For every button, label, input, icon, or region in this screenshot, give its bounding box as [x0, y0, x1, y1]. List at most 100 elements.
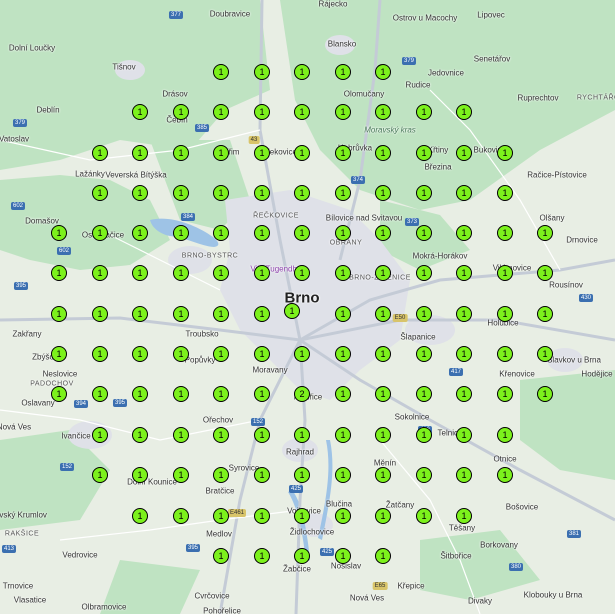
cluster-marker[interactable]: 1: [173, 427, 189, 443]
cluster-marker[interactable]: 1: [375, 306, 391, 322]
cluster-marker[interactable]: 1: [497, 467, 513, 483]
cluster-marker[interactable]: 1: [456, 427, 472, 443]
cluster-marker[interactable]: 1: [294, 265, 310, 281]
cluster-marker[interactable]: 1: [51, 225, 67, 241]
cluster-marker[interactable]: 1: [416, 508, 432, 524]
cluster-marker[interactable]: 1: [335, 225, 351, 241]
cluster-marker[interactable]: 1: [375, 467, 391, 483]
cluster-marker[interactable]: 1: [213, 508, 229, 524]
cluster-marker[interactable]: 1: [335, 104, 351, 120]
cluster-marker[interactable]: 1: [456, 104, 472, 120]
cluster-marker[interactable]: 1: [173, 386, 189, 402]
cluster-marker[interactable]: 1: [335, 467, 351, 483]
cluster-marker[interactable]: 1: [416, 265, 432, 281]
cluster-marker[interactable]: 1: [497, 346, 513, 362]
cluster-marker[interactable]: 1: [294, 508, 310, 524]
cluster-marker[interactable]: 1: [92, 427, 108, 443]
cluster-marker[interactable]: 1: [132, 467, 148, 483]
cluster-marker[interactable]: 1: [51, 306, 67, 322]
cluster-marker[interactable]: 1: [294, 467, 310, 483]
cluster-marker[interactable]: 1: [456, 265, 472, 281]
cluster-marker[interactable]: 1: [537, 265, 553, 281]
cluster-marker[interactable]: 1: [375, 427, 391, 443]
cluster-marker[interactable]: 1: [456, 508, 472, 524]
cluster-marker[interactable]: 1: [173, 306, 189, 322]
cluster-marker[interactable]: 1: [335, 508, 351, 524]
cluster-marker[interactable]: 2: [294, 386, 310, 402]
cluster-marker[interactable]: 1: [537, 306, 553, 322]
cluster-marker[interactable]: 1: [456, 306, 472, 322]
cluster-marker[interactable]: 1: [537, 225, 553, 241]
cluster-marker[interactable]: 1: [416, 306, 432, 322]
cluster-marker[interactable]: 1: [294, 427, 310, 443]
cluster-marker[interactable]: 1: [92, 386, 108, 402]
map-view[interactable]: Rájecko Ostrov u Macochy Lipovec Blansko Dou…: [0, 0, 615, 614]
cluster-marker[interactable]: 1: [213, 467, 229, 483]
cluster-marker[interactable]: 1: [254, 265, 270, 281]
cluster-marker[interactable]: 1: [497, 386, 513, 402]
cluster-marker[interactable]: 1: [456, 467, 472, 483]
cluster-marker[interactable]: 1: [375, 225, 391, 241]
cluster-marker[interactable]: 1: [456, 185, 472, 201]
cluster-marker[interactable]: 1: [132, 145, 148, 161]
cluster-marker[interactable]: 1: [173, 145, 189, 161]
cluster-marker[interactable]: 1: [132, 265, 148, 281]
cluster-marker[interactable]: 1: [294, 185, 310, 201]
cluster-marker[interactable]: 1: [375, 548, 391, 564]
cluster-marker[interactable]: 1: [335, 185, 351, 201]
cluster-marker[interactable]: 1: [294, 225, 310, 241]
cluster-marker[interactable]: 1: [173, 104, 189, 120]
cluster-marker[interactable]: 1: [456, 346, 472, 362]
cluster-marker[interactable]: 1: [213, 386, 229, 402]
cluster-marker[interactable]: 1: [416, 145, 432, 161]
cluster-marker[interactable]: 1: [335, 64, 351, 80]
cluster-marker[interactable]: 1: [294, 145, 310, 161]
cluster-marker[interactable]: 1: [51, 386, 67, 402]
cluster-marker[interactable]: 1: [92, 306, 108, 322]
cluster-marker[interactable]: 1: [416, 346, 432, 362]
cluster-marker[interactable]: 1: [132, 346, 148, 362]
cluster-marker[interactable]: 1: [416, 225, 432, 241]
cluster-marker[interactable]: 1: [294, 104, 310, 120]
cluster-marker[interactable]: 1: [254, 346, 270, 362]
cluster-marker[interactable]: 1: [213, 64, 229, 80]
cluster-marker[interactable]: 1: [335, 306, 351, 322]
cluster-marker[interactable]: 1: [213, 185, 229, 201]
cluster-marker[interactable]: 1: [92, 185, 108, 201]
cluster-marker[interactable]: 1: [416, 427, 432, 443]
cluster-marker[interactable]: 1: [416, 185, 432, 201]
cluster-marker[interactable]: 1: [173, 185, 189, 201]
cluster-marker[interactable]: 1: [335, 265, 351, 281]
cluster-marker[interactable]: 1: [375, 185, 391, 201]
cluster-marker[interactable]: 1: [213, 145, 229, 161]
cluster-marker[interactable]: 1: [497, 306, 513, 322]
cluster-marker[interactable]: 1: [335, 386, 351, 402]
cluster-marker[interactable]: 1: [213, 427, 229, 443]
cluster-marker[interactable]: 1: [497, 185, 513, 201]
cluster-marker[interactable]: 1: [335, 145, 351, 161]
cluster-marker[interactable]: 1: [335, 427, 351, 443]
cluster-marker[interactable]: 1: [132, 427, 148, 443]
cluster-marker[interactable]: 1: [132, 185, 148, 201]
cluster-marker[interactable]: 1: [173, 225, 189, 241]
cluster-marker[interactable]: 1: [416, 386, 432, 402]
cluster-marker[interactable]: 1: [294, 64, 310, 80]
cluster-marker[interactable]: 1: [173, 265, 189, 281]
cluster-marker[interactable]: 1: [92, 346, 108, 362]
cluster-marker[interactable]: 1: [416, 467, 432, 483]
cluster-marker[interactable]: 1: [456, 145, 472, 161]
cluster-marker[interactable]: 1: [254, 185, 270, 201]
cluster-marker[interactable]: 1: [92, 265, 108, 281]
cluster-marker[interactable]: 1: [213, 104, 229, 120]
cluster-marker[interactable]: 1: [537, 346, 553, 362]
cluster-marker[interactable]: 1: [213, 265, 229, 281]
cluster-marker[interactable]: 1: [375, 508, 391, 524]
cluster-marker[interactable]: 1: [375, 346, 391, 362]
cluster-marker[interactable]: 1: [375, 104, 391, 120]
cluster-marker[interactable]: 1: [254, 427, 270, 443]
cluster-marker[interactable]: 1: [416, 104, 432, 120]
cluster-marker[interactable]: 1: [497, 265, 513, 281]
cluster-marker[interactable]: 1: [497, 145, 513, 161]
cluster-marker[interactable]: 1: [51, 346, 67, 362]
cluster-marker[interactable]: 1: [456, 386, 472, 402]
